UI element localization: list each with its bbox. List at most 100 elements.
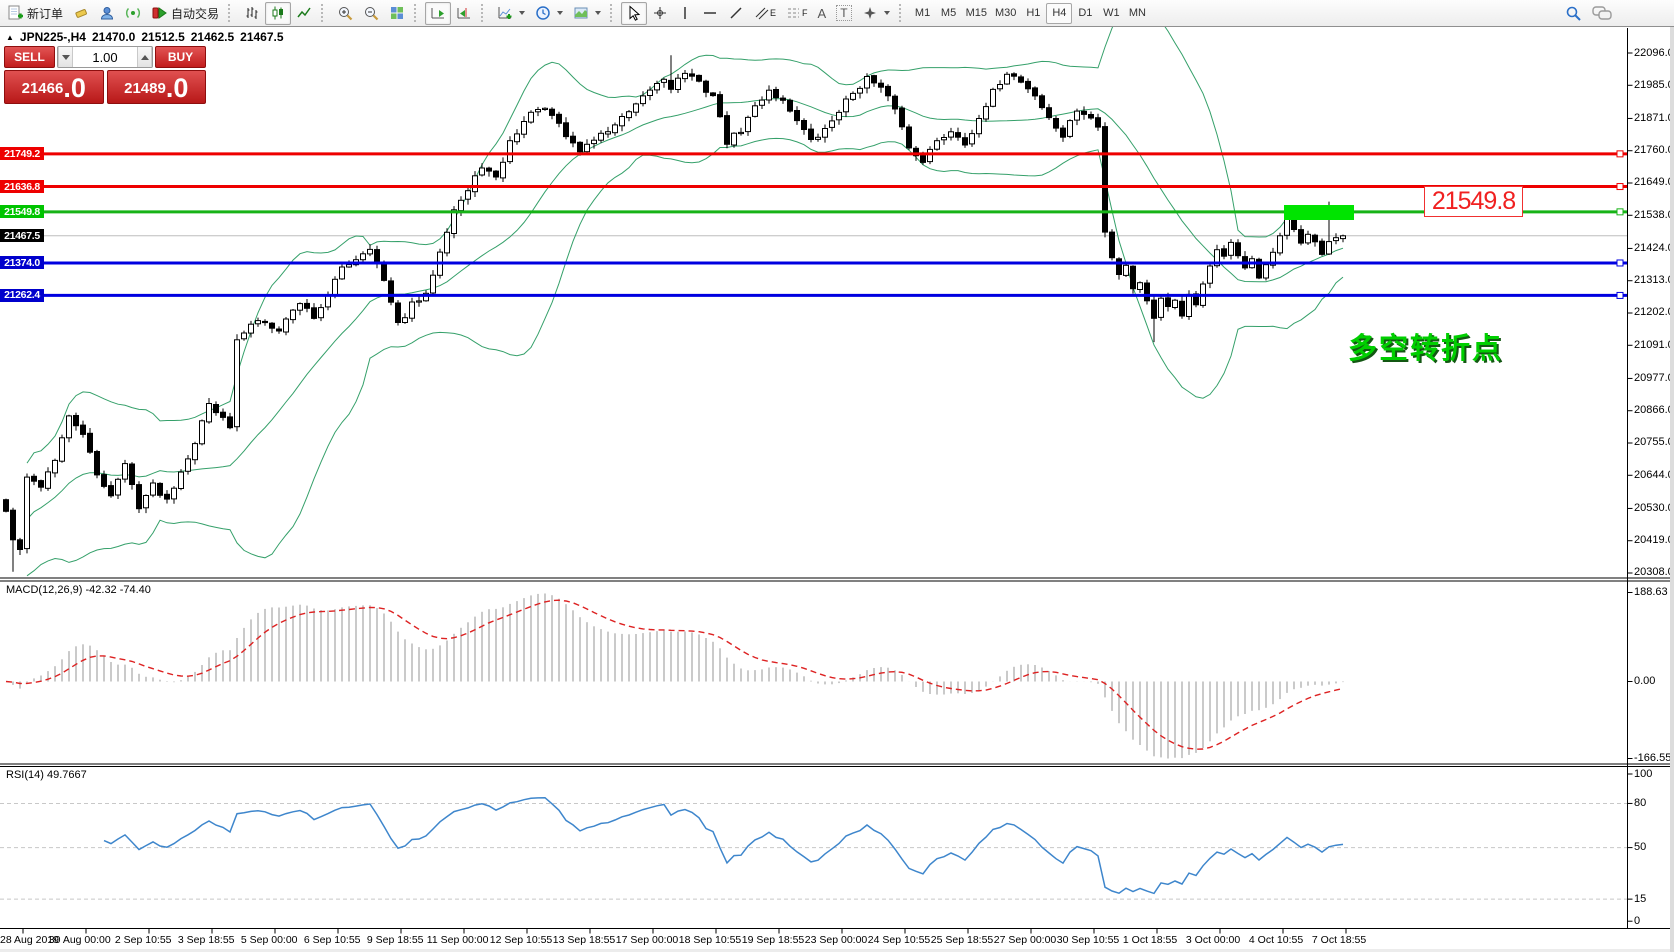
mt4-window: 新订单 自动交易 bbox=[0, 0, 1674, 952]
text-tool-letter: A bbox=[818, 6, 827, 21]
trendline-tool-button[interactable] bbox=[723, 2, 749, 25]
date-label: 27 Sep 00:00 bbox=[994, 934, 1056, 946]
date-label: 23 Sep 00:00 bbox=[805, 934, 867, 946]
zoom-out-button[interactable] bbox=[358, 2, 384, 25]
profile-icon bbox=[99, 5, 115, 21]
text-tool-button[interactable]: A bbox=[813, 2, 832, 25]
new-order-button[interactable]: 新订单 bbox=[2, 2, 68, 25]
candlestick-chart-button[interactable] bbox=[265, 2, 291, 25]
chart-shift-icon bbox=[456, 5, 472, 21]
crosshair-icon bbox=[652, 5, 668, 21]
horizontal-line-tool-button[interactable] bbox=[697, 2, 723, 25]
macd-axis-tick: -166.55 bbox=[1634, 752, 1671, 764]
date-label: 6 Sep 10:55 bbox=[304, 934, 361, 946]
toolbar-group-chart-type bbox=[239, 0, 317, 26]
timeframe-button-m15[interactable]: M15 bbox=[962, 3, 991, 24]
chat-icon[interactable] bbox=[1592, 5, 1612, 21]
line-handle[interactable] bbox=[1617, 184, 1623, 190]
turning-point-annotation[interactable]: 多空转折点 bbox=[1348, 325, 1503, 367]
line-handle[interactable] bbox=[1617, 292, 1623, 298]
date-label: 24 Sep 10:55 bbox=[868, 934, 930, 946]
cursor-icon bbox=[626, 5, 642, 21]
indicators-button[interactable] bbox=[492, 2, 530, 25]
label-tool-button[interactable]: T bbox=[831, 2, 856, 25]
rsi-axis-tick: 15 bbox=[1634, 893, 1646, 905]
timeframe-button-mn[interactable]: MN bbox=[1124, 3, 1150, 24]
timeframe-button-m30[interactable]: M30 bbox=[991, 3, 1020, 24]
price-axis-tick: 21424.0 bbox=[1634, 242, 1674, 254]
line-chart-button[interactable] bbox=[291, 2, 317, 25]
timeframe-button-h4[interactable]: H4 bbox=[1046, 3, 1072, 24]
timeframe-button-h1[interactable]: H1 bbox=[1020, 3, 1046, 24]
auto-trading-icon bbox=[151, 5, 167, 21]
ohlc-low: 21462.5 bbox=[191, 30, 234, 44]
line-handle[interactable] bbox=[1617, 209, 1623, 215]
auto-trading-label: 自动交易 bbox=[171, 5, 219, 22]
toolbar-group-scroll bbox=[425, 0, 477, 26]
window-edge bbox=[1670, 0, 1674, 952]
timeframe-button-d1[interactable]: D1 bbox=[1072, 3, 1098, 24]
date-label: 30 Sep 10:55 bbox=[1057, 934, 1119, 946]
bar-chart-button[interactable] bbox=[239, 2, 265, 25]
timeframe-button-m1[interactable]: M1 bbox=[910, 3, 936, 24]
volume-increase-button[interactable] bbox=[137, 47, 152, 67]
buy-button[interactable]: BUY bbox=[155, 46, 206, 68]
collapse-panel-icon[interactable]: ▲ bbox=[6, 33, 14, 42]
toolbar-right bbox=[1565, 5, 1672, 22]
arrows-tool-button[interactable] bbox=[857, 2, 895, 25]
price-axis-tick: 21313.0 bbox=[1634, 274, 1674, 286]
periods-button[interactable] bbox=[530, 2, 568, 25]
price-tag: 21374.0 bbox=[0, 256, 44, 269]
price-axis-tick: 20977.0 bbox=[1634, 372, 1674, 384]
template-icon bbox=[573, 5, 589, 21]
clock-icon bbox=[535, 5, 551, 21]
macd-axis-tick: 188.63 bbox=[1634, 586, 1668, 598]
price-tag: 21636.8 bbox=[0, 180, 44, 193]
level-lines[interactable] bbox=[0, 151, 1627, 299]
price-tag: 21262.4 bbox=[0, 289, 44, 302]
symbol-info: ▲ JPN225-,H4 21470.0 21512.5 21462.5 214… bbox=[6, 30, 284, 44]
date-label: 12 Sep 10:55 bbox=[490, 934, 552, 946]
profile-button[interactable] bbox=[94, 2, 120, 25]
auto-scroll-button[interactable] bbox=[425, 2, 451, 25]
price-axis-tick: 20419.0 bbox=[1634, 534, 1674, 546]
cursor-tool-button[interactable] bbox=[621, 2, 647, 25]
price-axis-tick: 20530.0 bbox=[1634, 502, 1674, 514]
date-label: 4 Oct 10:55 bbox=[1249, 934, 1303, 946]
date-label: 19 Sep 18:55 bbox=[742, 934, 804, 946]
rsi-axis-tick: 100 bbox=[1634, 768, 1652, 780]
search-icon[interactable] bbox=[1565, 5, 1582, 22]
channel-tool-button[interactable]: E bbox=[749, 2, 781, 25]
new-order-icon bbox=[7, 5, 23, 21]
line-chart-icon bbox=[296, 5, 312, 21]
vertical-line-tool-button[interactable] bbox=[673, 2, 697, 25]
price-callout-box[interactable]: 21549.8 bbox=[1424, 186, 1523, 217]
price-axis-tick: 20308.0 bbox=[1634, 566, 1674, 578]
templates-button[interactable] bbox=[568, 2, 606, 25]
price-axis-tick: 22096.0 bbox=[1634, 47, 1674, 59]
crosshair-tool-button[interactable] bbox=[647, 2, 673, 25]
sell-button[interactable]: SELL bbox=[4, 46, 55, 68]
volume-input[interactable] bbox=[73, 47, 137, 67]
zoom-in-button[interactable] bbox=[332, 2, 358, 25]
zoom-in-icon bbox=[337, 5, 353, 21]
rsi-axis-tick: 0 bbox=[1634, 915, 1640, 927]
styler-button[interactable] bbox=[68, 2, 94, 25]
signal-icon bbox=[125, 5, 141, 21]
volume-decrease-button[interactable] bbox=[58, 47, 73, 67]
chart-canvas[interactable] bbox=[0, 0, 1674, 952]
signal-button[interactable] bbox=[120, 2, 146, 25]
line-handle[interactable] bbox=[1617, 260, 1623, 266]
date-label: 25 Sep 18:55 bbox=[931, 934, 993, 946]
tile-windows-button[interactable] bbox=[384, 2, 410, 25]
timeframe-button-m5[interactable]: M5 bbox=[936, 3, 962, 24]
sell-price-button[interactable]: 21466 .0 bbox=[4, 70, 104, 104]
timeframe-button-w1[interactable]: W1 bbox=[1098, 3, 1124, 24]
fibonacci-tool-button[interactable]: F bbox=[781, 2, 813, 25]
highlight-rectangle[interactable] bbox=[1284, 205, 1354, 220]
macd-axis-tick: 0.00 bbox=[1634, 675, 1655, 687]
chart-shift-button[interactable] bbox=[451, 2, 477, 25]
auto-trading-button[interactable]: 自动交易 bbox=[146, 2, 224, 25]
buy-price-button[interactable]: 21489 .0 bbox=[107, 70, 207, 104]
line-handle[interactable] bbox=[1617, 151, 1623, 157]
